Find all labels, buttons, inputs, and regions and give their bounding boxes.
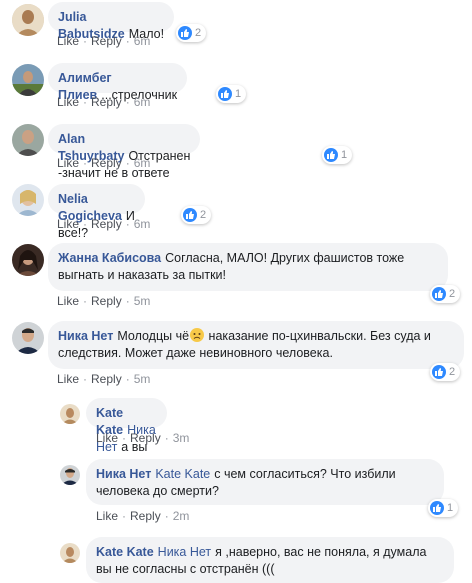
comment-actions: Like · Reply · 6m [57, 95, 151, 109]
timestamp[interactable]: 3m [173, 431, 190, 445]
avatar[interactable] [12, 64, 44, 96]
reply-bubble: Ника Нет Kate Kate с чем согласиться? Что … [86, 459, 444, 505]
like-reaction-icon [178, 26, 192, 40]
reply-link[interactable]: Reply [130, 431, 161, 445]
comment-bubble: Nelia Gogicheva И все!? [48, 184, 145, 240]
author-name[interactable]: Ника Нет [58, 329, 113, 343]
comment-actions: Like · Reply · 6m [57, 156, 151, 170]
comment-bubble: Алимбег Плиев ...стрелочник [48, 63, 188, 102]
like-link[interactable]: Like [57, 372, 79, 386]
reply-link[interactable]: Reply [91, 217, 122, 231]
avatar[interactable] [12, 184, 44, 216]
like-link[interactable]: Like [57, 95, 79, 109]
comment-bubble: Ника Нет Молодцы чё наказание по-цхинваль… [48, 321, 464, 369]
like-link[interactable]: Like [57, 156, 79, 170]
comment-text: Молодцы чё [117, 329, 190, 343]
avatar[interactable] [60, 404, 80, 424]
reply-actions: Like · Reply · 3m [96, 431, 190, 445]
timestamp[interactable]: 6m [134, 95, 151, 109]
like-link[interactable]: Like [57, 217, 79, 231]
comment-bubble: Julia Babutsidze Мало! [48, 2, 175, 41]
comment-actions: Like · Reply · 6m [57, 34, 151, 48]
timestamp[interactable]: 6m [134, 217, 151, 231]
reaction-count[interactable]: 2 [176, 24, 207, 42]
reply-link[interactable]: Reply [91, 372, 122, 386]
reply-link[interactable]: Reply [91, 294, 122, 308]
reply-bubble: Kate Kate Ника Нет я ,наверно, вас не поня… [86, 537, 454, 583]
reaction-count[interactable]: 1 [216, 85, 247, 103]
comment-bubble: Жанна Кабисова Согласна, МАЛО! Других фаш… [48, 243, 448, 291]
author-name[interactable]: Жанна Кабисова [58, 251, 161, 265]
avatar[interactable] [60, 543, 80, 563]
mention-link[interactable]: Kate Kate [155, 467, 210, 481]
avatar[interactable] [12, 124, 44, 156]
worried-face-icon [190, 328, 205, 342]
like-reaction-icon [183, 208, 197, 222]
reaction-count[interactable]: 1 [322, 146, 353, 164]
reaction-count[interactable]: 2 [430, 363, 461, 381]
reply-link[interactable]: Reply [91, 95, 122, 109]
reaction-count[interactable]: 1 [428, 499, 459, 517]
like-reaction-icon [432, 287, 446, 301]
comment-bubble: Alan Tshuyrbaty Отстранен -значит не в от… [48, 124, 201, 180]
reaction-count[interactable]: 2 [181, 206, 212, 224]
author-name[interactable]: Kate Kate [96, 545, 154, 559]
like-reaction-icon [432, 365, 446, 379]
mention-link[interactable]: Ника Нет [158, 545, 211, 559]
avatar[interactable] [12, 4, 44, 36]
like-reaction-icon [218, 87, 232, 101]
timestamp[interactable]: 6m [134, 156, 151, 170]
like-link[interactable]: Like [57, 294, 79, 308]
reply-bubble: Kate KateНика Нета вы не согласны? [86, 398, 167, 488]
reply-actions: Like · Reply · 2m [96, 509, 190, 523]
like-reaction-icon [324, 148, 338, 162]
like-link[interactable]: Like [96, 509, 118, 523]
avatar[interactable] [12, 322, 44, 354]
timestamp[interactable]: 5m [134, 372, 151, 386]
author-name[interactable]: Ника Нет [96, 467, 151, 481]
timestamp[interactable]: 6m [134, 34, 151, 48]
comment-actions: Like · Reply · 5m [57, 294, 151, 308]
comment-text-continued: наказание по-цхинвальски. Без суда и сле… [58, 329, 431, 360]
comment-actions: Like · Reply · 6m [57, 217, 151, 231]
timestamp[interactable]: 2m [173, 509, 190, 523]
timestamp[interactable]: 5m [134, 294, 151, 308]
like-link[interactable]: Like [96, 431, 118, 445]
like-link[interactable]: Like [57, 34, 79, 48]
reply-link[interactable]: Reply [91, 34, 122, 48]
avatar[interactable] [12, 244, 44, 276]
reply-link[interactable]: Reply [130, 509, 161, 523]
comment-actions: Like · Reply · 5m [57, 372, 151, 386]
reaction-count[interactable]: 2 [430, 285, 461, 303]
like-reaction-icon [430, 501, 444, 515]
avatar[interactable] [60, 465, 80, 485]
reply-link[interactable]: Reply [91, 156, 122, 170]
